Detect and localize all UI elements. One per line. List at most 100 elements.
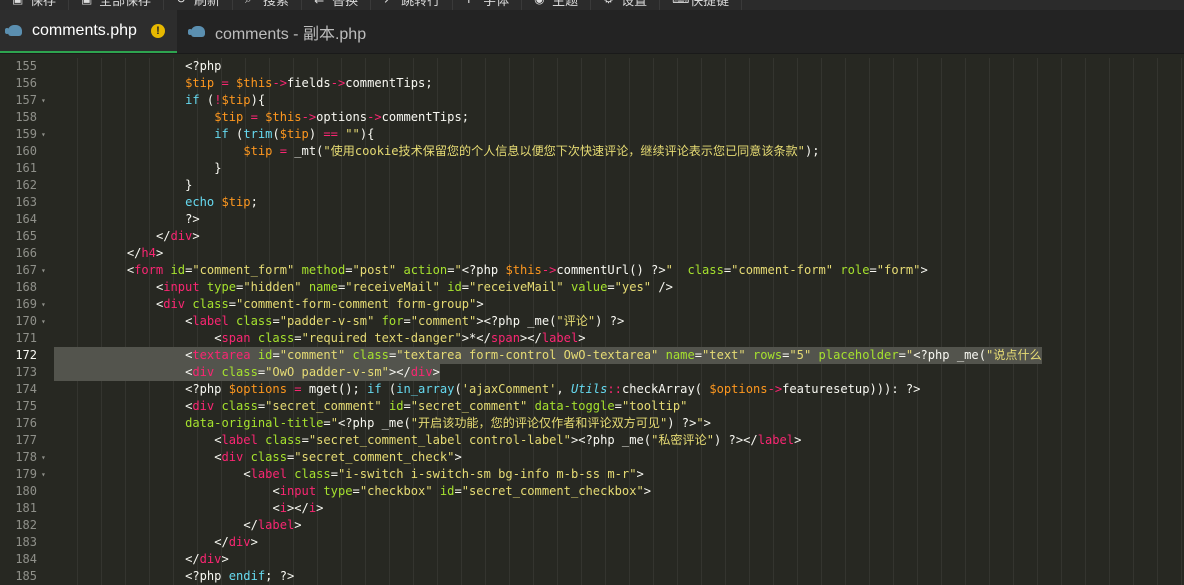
code-line[interactable]: 178 ▾ <div class="secret_comment_check"> (0, 449, 1184, 466)
warning-icon[interactable]: ! (150, 23, 165, 38)
fold-toggle-icon[interactable]: ▾ (41, 126, 50, 143)
code-token: "checkbox" (359, 484, 433, 498)
code-line[interactable]: 177 <label class="secret_comment_label c… (0, 432, 1184, 449)
code-line[interactable]: 169 ▾ <div class="comment-form-comment fo… (0, 296, 1184, 313)
code-token: -> (330, 76, 346, 90)
fold-toggle-icon[interactable]: ▾ (41, 296, 50, 313)
code-line[interactable]: 175 <div class="secret_comment" id="secr… (0, 398, 1184, 415)
code-text: <div class="OwO padder-v-sm"></div> (54, 364, 440, 381)
code-token: ( (228, 127, 244, 141)
code-token: = (461, 280, 470, 294)
toolbar-button-4[interactable]: ⇄ 替换 (302, 0, 372, 10)
toolbar-button-3[interactable]: ⌕ 搜索 (233, 0, 303, 10)
code-token: = (294, 331, 302, 345)
code-token: = (345, 263, 353, 277)
search-icon: ⌕ (245, 0, 258, 6)
code-line[interactable]: 157 ▾ if (!$tip){ (0, 92, 1184, 109)
code-token: checkArray( (621, 382, 710, 396)
code-token: endif (228, 569, 266, 583)
code-editor[interactable]: 155 <?php 156 $tip = $this->fields->comme… (0, 54, 1184, 585)
code-token: id (439, 484, 455, 498)
code-token: "comment_form" (192, 263, 295, 277)
code-text: $tip = _mt("使用cookie技术保留您的个人信息以便您下次快速评论，… (54, 143, 819, 160)
code-line[interactable]: 155 <?php (0, 58, 1184, 75)
toolbar-button-9[interactable]: ⌨快捷键 (660, 0, 743, 10)
indent-guides (54, 228, 1184, 245)
code-line[interactable]: 179 ▾ <label class="i-switch i-switch-sm … (0, 466, 1184, 483)
code-line[interactable]: 181 <i></i> (0, 500, 1184, 517)
code-token: = (323, 416, 331, 430)
code-line[interactable]: 172 <textarea id="comment" class="textar… (0, 347, 1184, 364)
code-token: = (301, 433, 309, 447)
tab-comments-php[interactable]: comments.php ! (0, 10, 177, 53)
code-token: label (257, 518, 295, 532)
code-token: $tip (243, 144, 273, 158)
code-line[interactable]: 170 ▾ <label class="padder-v-sm" for="com… (0, 313, 1184, 330)
toolbar-button-5[interactable]: ↗ 跳转行 (371, 0, 454, 10)
code-line[interactable]: 163 echo $tip; (0, 194, 1184, 211)
code-line[interactable]: 161 } (0, 160, 1184, 177)
toolbar-button-7[interactable]: ◉ 主题 (522, 0, 592, 10)
code-token: echo (185, 195, 215, 209)
fold-toggle-icon[interactable]: ▾ (41, 449, 50, 466)
code-token: " (454, 263, 462, 277)
code-text: </h4> (54, 245, 163, 262)
code-line[interactable]: 156 $tip = $this->fields->commentTips; (0, 75, 1184, 92)
line-number: 159 (15, 127, 37, 141)
code-line[interactable]: 160 $tip = _mt("使用cookie技术保留您的个人信息以便您下次快… (0, 143, 1184, 160)
code-token: > (432, 365, 440, 379)
code-line[interactable]: 167 ▾ <form id="comment_form" method="pos… (0, 262, 1184, 279)
code-token: $this (265, 110, 302, 124)
code-line[interactable]: 182 </label> (0, 517, 1184, 534)
fold-toggle-icon[interactable]: ▾ (41, 466, 50, 483)
code-line[interactable]: 165 </div> (0, 228, 1184, 245)
code-token: form (134, 263, 164, 277)
code-line[interactable]: 166 </h4> (0, 245, 1184, 262)
code-line[interactable]: 176 data-original-title="<?php _me("开启该功… (0, 415, 1184, 432)
code-token: input (279, 484, 317, 498)
code-token: > (476, 314, 484, 328)
toolbar-label: 字体 (483, 0, 510, 8)
code-line[interactable]: 183 </div> (0, 534, 1184, 551)
code-line[interactable]: 171 <span class="required text-danger">*… (0, 330, 1184, 347)
code-line[interactable]: 162 } (0, 177, 1184, 194)
fold-toggle-icon[interactable]: ▾ (41, 313, 50, 330)
save-all-icon: ▣ (81, 0, 94, 6)
code-token: ?> (185, 212, 200, 226)
code-token: ( (454, 382, 462, 396)
code-line[interactable]: 180 <input type="checkbox" id="secret_co… (0, 483, 1184, 500)
code-line[interactable]: 168 <input type="hidden" name="receiveMa… (0, 279, 1184, 296)
code-line[interactable]: 184 </div> (0, 551, 1184, 568)
tab-comments-copy-php[interactable]: comments - 副本.php (177, 10, 378, 53)
code-token: class (352, 348, 389, 362)
toolbar-button-8[interactable]: ⚙ 设置 (591, 0, 661, 10)
code-line[interactable]: 173 <div class="OwO padder-v-sm"></div> (0, 364, 1184, 381)
code-token: > (643, 484, 652, 498)
line-number: 165 (15, 229, 37, 243)
fold-toggle-icon[interactable]: ▾ (41, 262, 50, 279)
code-line[interactable]: 158 $tip = $this->options->commentTips; (0, 109, 1184, 126)
fold-toggle-icon[interactable]: ▾ (41, 92, 50, 109)
font-icon: T (465, 0, 478, 6)
code-token: options (316, 110, 368, 124)
code-text: <label class="secret_comment_label contr… (54, 432, 801, 449)
line-number: 178 (15, 450, 37, 464)
code-token: -> (301, 110, 317, 124)
code-token: </ (185, 552, 200, 566)
toolbar-button-6[interactable]: T 字体 (453, 0, 523, 10)
toolbar-button-2[interactable]: ↻ 刷新 (164, 0, 234, 10)
indent-guides (54, 160, 1184, 177)
toolbar-button-0[interactable]: ▣ 保存 (0, 0, 70, 10)
code-line[interactable]: 174 <?php $options = mget(); if (in_arra… (0, 381, 1184, 398)
code-line[interactable]: 164 ?> (0, 211, 1184, 228)
toolbar-button-1[interactable]: ▣ 全部保存 (69, 0, 165, 10)
code-line[interactable]: 159 ▾ if (trim($tip) == ""){ (0, 126, 1184, 143)
code-text: } (54, 160, 221, 177)
code-token: > (454, 450, 462, 464)
code-token: < (272, 501, 280, 515)
code-token: div (170, 229, 193, 243)
